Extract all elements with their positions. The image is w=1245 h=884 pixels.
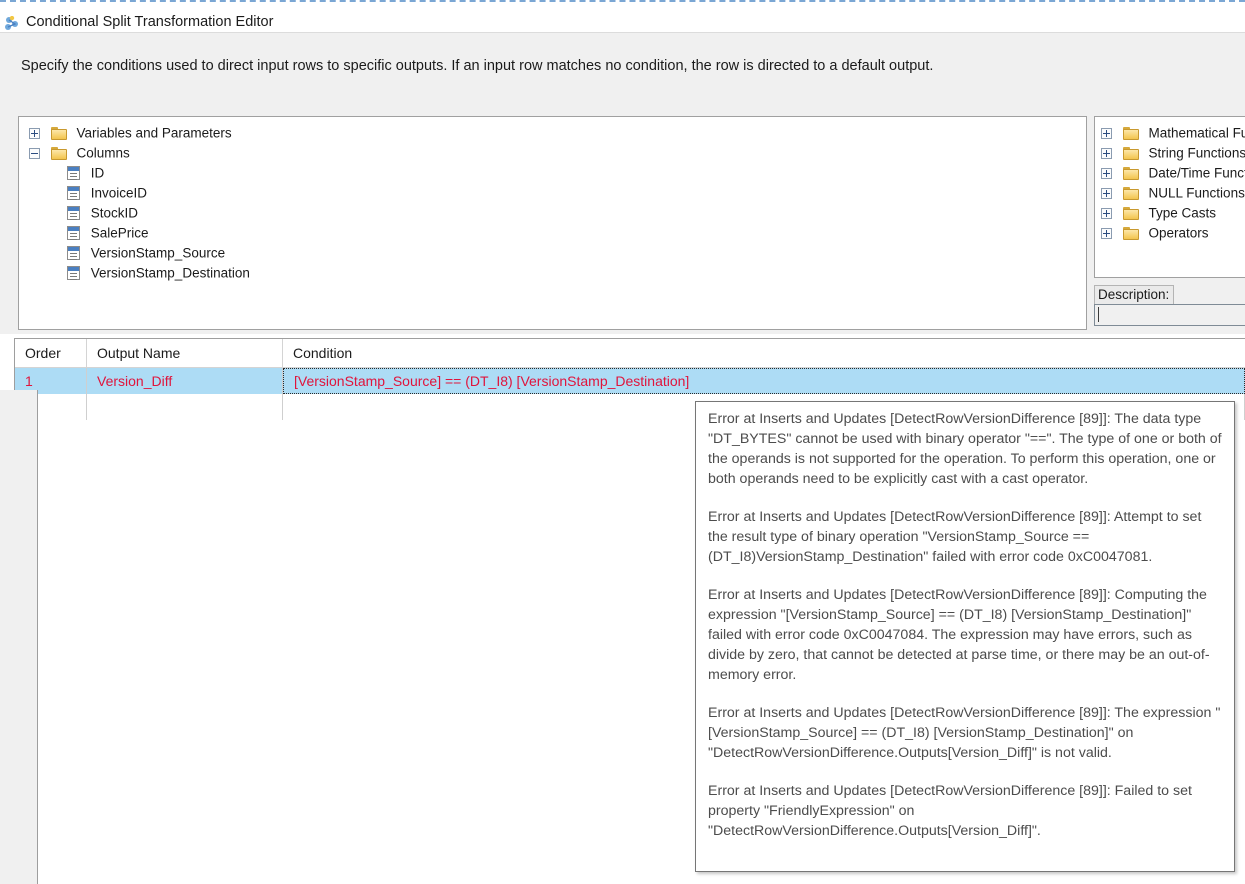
grid-row-header-gutter <box>0 390 38 884</box>
cell-output-name[interactable]: Version_Diff <box>87 368 283 394</box>
tree-node-variables-and-parameters[interactable]: Variables and Parameters <box>29 123 1086 143</box>
tree-node-type-casts[interactable]: Type Casts <box>1101 203 1245 223</box>
columns-tree: Variables and Parameters Columns ID Invo… <box>19 117 1086 283</box>
tree-node-columns[interactable]: Columns <box>29 143 1086 163</box>
tree-node-label: ID <box>90 165 105 181</box>
tree-node-versionstamp-destination[interactable]: VersionStamp_Destination <box>29 263 1086 283</box>
error-paragraph: Error at Inserts and Updates [DetectRowV… <box>708 509 1202 565</box>
conditional-split-icon <box>4 15 22 32</box>
tree-node-saleprice[interactable]: SalePrice <box>29 223 1086 243</box>
folder-icon <box>1122 146 1139 160</box>
columns-tree-panel[interactable]: Variables and Parameters Columns ID Invo… <box>18 116 1087 330</box>
tree-node-label: VersionStamp_Source <box>90 245 226 261</box>
tree-node-id[interactable]: ID <box>29 163 1086 183</box>
tree-node-operators[interactable]: Operators <box>1101 223 1245 243</box>
expand-icon[interactable] <box>1101 227 1112 239</box>
functions-tree-panel[interactable]: Mathematical Fur String Functions Date/T… <box>1094 116 1245 278</box>
collapse-icon[interactable] <box>29 147 40 159</box>
folder-icon <box>1122 126 1139 140</box>
grid-header-row: Order Output Name Condition <box>15 339 1245 368</box>
tree-node-label: Columns <box>76 145 130 161</box>
tree-node-label: SalePrice <box>90 225 149 241</box>
expand-icon[interactable] <box>1101 127 1112 139</box>
tree-node-label: Type Casts <box>1148 205 1217 221</box>
tree-node-label: StockID <box>90 205 139 221</box>
tree-node-label: String Functions <box>1148 145 1245 161</box>
column-icon <box>67 266 80 281</box>
description-label: Description: <box>1094 285 1175 304</box>
tree-node-mathematical-functions[interactable]: Mathematical Fur <box>1101 123 1245 143</box>
column-icon <box>67 166 80 181</box>
folder-icon <box>1122 186 1139 200</box>
expand-icon[interactable] <box>1101 187 1112 199</box>
tree-node-invoiceid[interactable]: InvoiceID <box>29 183 1086 203</box>
folder-icon <box>1122 226 1139 240</box>
tree-node-null-functions[interactable]: NULL Functions <box>1101 183 1245 203</box>
tree-node-label: Mathematical Fur <box>1148 125 1245 141</box>
error-paragraph: Error at Inserts and Updates [DetectRowV… <box>708 411 1222 487</box>
tree-node-label: VersionStamp_Destination <box>90 265 250 281</box>
instruction-text: Specify the conditions used to direct in… <box>21 58 934 74</box>
tree-node-label: Date/Time Functi <box>1148 165 1245 181</box>
folder-icon <box>1122 206 1139 220</box>
column-icon <box>67 226 80 241</box>
column-icon <box>67 206 80 221</box>
folder-icon <box>50 126 67 140</box>
tree-node-versionstamp-source[interactable]: VersionStamp_Source <box>29 243 1086 263</box>
column-header-condition[interactable]: Condition <box>283 339 1245 367</box>
error-paragraph: Error at Inserts and Updates [DetectRowV… <box>708 705 1221 761</box>
functions-tree: Mathematical Fur String Functions Date/T… <box>1095 117 1245 243</box>
error-paragraph: Error at Inserts and Updates [DetectRowV… <box>708 587 1210 683</box>
cell-condition[interactable]: [VersionStamp_Source] == (DT_I8) [Versio… <box>283 368 1245 394</box>
tree-node-label: InvoiceID <box>90 185 148 201</box>
error-paragraph: Error at Inserts and Updates [DetectRowV… <box>708 783 1192 839</box>
expand-icon[interactable] <box>29 127 40 139</box>
tree-node-string-functions[interactable]: String Functions <box>1101 143 1245 163</box>
tree-node-label: Operators <box>1148 225 1209 241</box>
column-header-order[interactable]: Order <box>15 339 87 367</box>
folder-icon <box>50 146 67 160</box>
text-caret <box>1098 307 1099 322</box>
window-titlebar: Conditional Split Transformation Editor <box>0 0 1245 32</box>
expand-icon[interactable] <box>1101 167 1112 179</box>
column-icon <box>67 186 80 201</box>
window-title: Conditional Split Transformation Editor <box>26 14 274 30</box>
table-row[interactable]: 1 Version_Diff [VersionStamp_Source] == (D… <box>15 368 1245 394</box>
column-header-output-name[interactable]: Output Name <box>87 339 283 367</box>
tree-node-stockid[interactable]: StockID <box>29 203 1086 223</box>
tree-node-label: NULL Functions <box>1148 185 1245 201</box>
expand-icon[interactable] <box>1101 147 1112 159</box>
tree-node-label: Variables and Parameters <box>76 125 232 141</box>
error-tooltip: Error at Inserts and Updates [DetectRowV… <box>695 401 1235 872</box>
tree-node-datetime-functions[interactable]: Date/Time Functi <box>1101 163 1245 183</box>
cell-output-name-empty[interactable] <box>87 394 283 420</box>
instruction-band: Specify the conditions used to direct in… <box>0 32 1245 104</box>
column-icon <box>67 246 80 261</box>
expand-icon[interactable] <box>1101 207 1112 219</box>
description-field[interactable] <box>1094 304 1245 326</box>
folder-icon <box>1122 166 1139 180</box>
